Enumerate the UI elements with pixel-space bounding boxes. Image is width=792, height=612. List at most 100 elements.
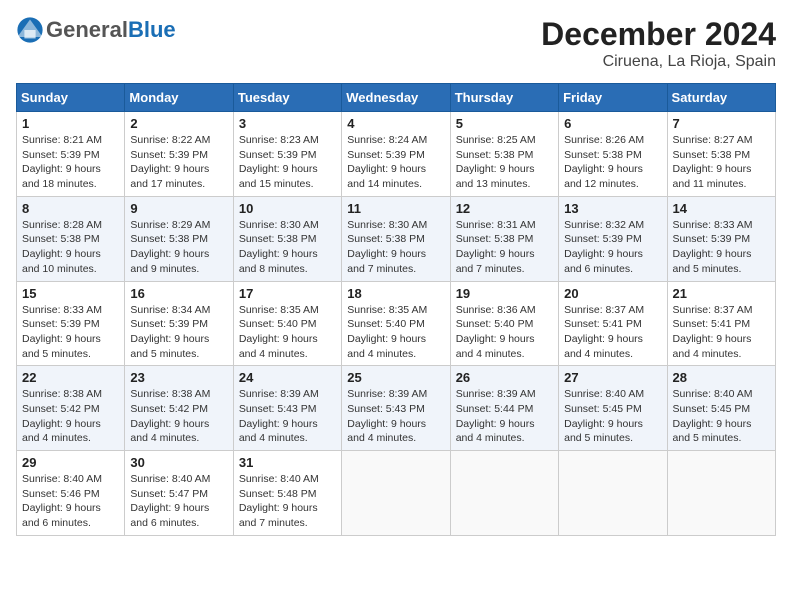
logo-icon — [16, 16, 44, 44]
cell-text-31: Sunrise: 8:40 AMSunset: 5:48 PMDaylight:… — [239, 473, 319, 529]
day-num-19: 19 — [456, 286, 553, 301]
day-cell-26: 26 Sunrise: 8:39 AMSunset: 5:44 PMDaylig… — [450, 366, 558, 451]
day-num-23: 23 — [130, 370, 227, 385]
day-num-3: 3 — [239, 116, 336, 131]
day-cell-2: 2 Sunrise: 8:22 AMSunset: 5:39 PMDayligh… — [125, 112, 233, 197]
day-num-21: 21 — [673, 286, 770, 301]
cell-text-4: Sunrise: 8:24 AMSunset: 5:39 PMDaylight:… — [347, 134, 427, 190]
empty-cell — [559, 451, 667, 536]
day-cell-10: 10 Sunrise: 8:30 AMSunset: 5:38 PMDaylig… — [233, 196, 341, 281]
day-cell-8: 8 Sunrise: 8:28 AMSunset: 5:38 PMDayligh… — [17, 196, 125, 281]
day-cell-17: 17 Sunrise: 8:35 AMSunset: 5:40 PMDaylig… — [233, 281, 341, 366]
cell-text-23: Sunrise: 8:38 AMSunset: 5:42 PMDaylight:… — [130, 388, 210, 444]
cell-text-6: Sunrise: 8:26 AMSunset: 5:38 PMDaylight:… — [564, 134, 644, 190]
cell-text-16: Sunrise: 8:34 AMSunset: 5:39 PMDaylight:… — [130, 304, 210, 360]
month-title: December 2024 — [541, 16, 776, 53]
cell-text-28: Sunrise: 8:40 AMSunset: 5:45 PMDaylight:… — [673, 388, 753, 444]
day-cell-16: 16 Sunrise: 8:34 AMSunset: 5:39 PMDaylig… — [125, 281, 233, 366]
cell-text-29: Sunrise: 8:40 AMSunset: 5:46 PMDaylight:… — [22, 473, 102, 529]
cell-text-27: Sunrise: 8:40 AMSunset: 5:45 PMDaylight:… — [564, 388, 644, 444]
day-cell-7: 7 Sunrise: 8:27 AMSunset: 5:38 PMDayligh… — [667, 112, 775, 197]
day-num-9: 9 — [130, 201, 227, 216]
day-cell-11: 11 Sunrise: 8:30 AMSunset: 5:38 PMDaylig… — [342, 196, 450, 281]
day-cell-25: 25 Sunrise: 8:39 AMSunset: 5:43 PMDaylig… — [342, 366, 450, 451]
day-num-4: 4 — [347, 116, 444, 131]
cell-text-9: Sunrise: 8:29 AMSunset: 5:38 PMDaylight:… — [130, 219, 210, 275]
week-row-5: 29 Sunrise: 8:40 AMSunset: 5:46 PMDaylig… — [17, 451, 776, 536]
cell-text-19: Sunrise: 8:36 AMSunset: 5:40 PMDaylight:… — [456, 304, 536, 360]
cell-text-12: Sunrise: 8:31 AMSunset: 5:38 PMDaylight:… — [456, 219, 536, 275]
cell-text-7: Sunrise: 8:27 AMSunset: 5:38 PMDaylight:… — [673, 134, 753, 190]
empty-cell — [667, 451, 775, 536]
calendar-header-row: Sunday Monday Tuesday Wednesday Thursday… — [17, 84, 776, 112]
day-num-31: 31 — [239, 455, 336, 470]
logo-blue-text: Blue — [128, 17, 176, 43]
cell-text-8: Sunrise: 8:28 AMSunset: 5:38 PMDaylight:… — [22, 219, 102, 275]
day-cell-12: 12 Sunrise: 8:31 AMSunset: 5:38 PMDaylig… — [450, 196, 558, 281]
cell-text-22: Sunrise: 8:38 AMSunset: 5:42 PMDaylight:… — [22, 388, 102, 444]
day-cell-19: 19 Sunrise: 8:36 AMSunset: 5:40 PMDaylig… — [450, 281, 558, 366]
day-cell-18: 18 Sunrise: 8:35 AMSunset: 5:40 PMDaylig… — [342, 281, 450, 366]
day-cell-31: 31 Sunrise: 8:40 AMSunset: 5:48 PMDaylig… — [233, 451, 341, 536]
location: Ciruena, La Rioja, Spain — [541, 53, 776, 71]
day-num-16: 16 — [130, 286, 227, 301]
day-cell-30: 30 Sunrise: 8:40 AMSunset: 5:47 PMDaylig… — [125, 451, 233, 536]
col-friday: Friday — [559, 84, 667, 112]
day-cell-22: 22 Sunrise: 8:38 AMSunset: 5:42 PMDaylig… — [17, 366, 125, 451]
day-num-1: 1 — [22, 116, 119, 131]
cell-text-17: Sunrise: 8:35 AMSunset: 5:40 PMDaylight:… — [239, 304, 319, 360]
day-num-26: 26 — [456, 370, 553, 385]
day-num-13: 13 — [564, 201, 661, 216]
cell-text-15: Sunrise: 8:33 AMSunset: 5:39 PMDaylight:… — [22, 304, 102, 360]
col-wednesday: Wednesday — [342, 84, 450, 112]
day-num-27: 27 — [564, 370, 661, 385]
cell-text-5: Sunrise: 8:25 AMSunset: 5:38 PMDaylight:… — [456, 134, 536, 190]
day-cell-23: 23 Sunrise: 8:38 AMSunset: 5:42 PMDaylig… — [125, 366, 233, 451]
calendar-table: Sunday Monday Tuesday Wednesday Thursday… — [16, 83, 776, 536]
day-num-5: 5 — [456, 116, 553, 131]
cell-text-18: Sunrise: 8:35 AMSunset: 5:40 PMDaylight:… — [347, 304, 427, 360]
day-num-17: 17 — [239, 286, 336, 301]
week-row-3: 15 Sunrise: 8:33 AMSunset: 5:39 PMDaylig… — [17, 281, 776, 366]
cell-text-21: Sunrise: 8:37 AMSunset: 5:41 PMDaylight:… — [673, 304, 753, 360]
day-cell-6: 6 Sunrise: 8:26 AMSunset: 5:38 PMDayligh… — [559, 112, 667, 197]
cell-text-10: Sunrise: 8:30 AMSunset: 5:38 PMDaylight:… — [239, 219, 319, 275]
day-cell-29: 29 Sunrise: 8:40 AMSunset: 5:46 PMDaylig… — [17, 451, 125, 536]
cell-text-26: Sunrise: 8:39 AMSunset: 5:44 PMDaylight:… — [456, 388, 536, 444]
week-row-2: 8 Sunrise: 8:28 AMSunset: 5:38 PMDayligh… — [17, 196, 776, 281]
day-cell-20: 20 Sunrise: 8:37 AMSunset: 5:41 PMDaylig… — [559, 281, 667, 366]
day-num-22: 22 — [22, 370, 119, 385]
cell-text-30: Sunrise: 8:40 AMSunset: 5:47 PMDaylight:… — [130, 473, 210, 529]
day-cell-28: 28 Sunrise: 8:40 AMSunset: 5:45 PMDaylig… — [667, 366, 775, 451]
cell-text-2: Sunrise: 8:22 AMSunset: 5:39 PMDaylight:… — [130, 134, 210, 190]
cell-text-3: Sunrise: 8:23 AMSunset: 5:39 PMDaylight:… — [239, 134, 319, 190]
day-num-10: 10 — [239, 201, 336, 216]
col-sunday: Sunday — [17, 84, 125, 112]
day-num-12: 12 — [456, 201, 553, 216]
day-num-15: 15 — [22, 286, 119, 301]
page-header: GeneralBlue December 2024 Ciruena, La Ri… — [16, 16, 776, 71]
day-num-29: 29 — [22, 455, 119, 470]
day-cell-13: 13 Sunrise: 8:32 AMSunset: 5:39 PMDaylig… — [559, 196, 667, 281]
day-cell-27: 27 Sunrise: 8:40 AMSunset: 5:45 PMDaylig… — [559, 366, 667, 451]
cell-text-25: Sunrise: 8:39 AMSunset: 5:43 PMDaylight:… — [347, 388, 427, 444]
empty-cell — [450, 451, 558, 536]
cell-text-20: Sunrise: 8:37 AMSunset: 5:41 PMDaylight:… — [564, 304, 644, 360]
col-monday: Monday — [125, 84, 233, 112]
day-num-2: 2 — [130, 116, 227, 131]
day-num-8: 8 — [22, 201, 119, 216]
day-num-28: 28 — [673, 370, 770, 385]
logo-general-text: General — [46, 17, 128, 43]
day-num-30: 30 — [130, 455, 227, 470]
day-cell-3: 3 Sunrise: 8:23 AMSunset: 5:39 PMDayligh… — [233, 112, 341, 197]
cell-text-13: Sunrise: 8:32 AMSunset: 5:39 PMDaylight:… — [564, 219, 644, 275]
day-num-25: 25 — [347, 370, 444, 385]
week-row-4: 22 Sunrise: 8:38 AMSunset: 5:42 PMDaylig… — [17, 366, 776, 451]
col-saturday: Saturday — [667, 84, 775, 112]
day-cell-21: 21 Sunrise: 8:37 AMSunset: 5:41 PMDaylig… — [667, 281, 775, 366]
cell-text-24: Sunrise: 8:39 AMSunset: 5:43 PMDaylight:… — [239, 388, 319, 444]
day-cell-1: 1 Sunrise: 8:21 AMSunset: 5:39 PMDayligh… — [17, 112, 125, 197]
col-tuesday: Tuesday — [233, 84, 341, 112]
day-num-20: 20 — [564, 286, 661, 301]
day-cell-5: 5 Sunrise: 8:25 AMSunset: 5:38 PMDayligh… — [450, 112, 558, 197]
